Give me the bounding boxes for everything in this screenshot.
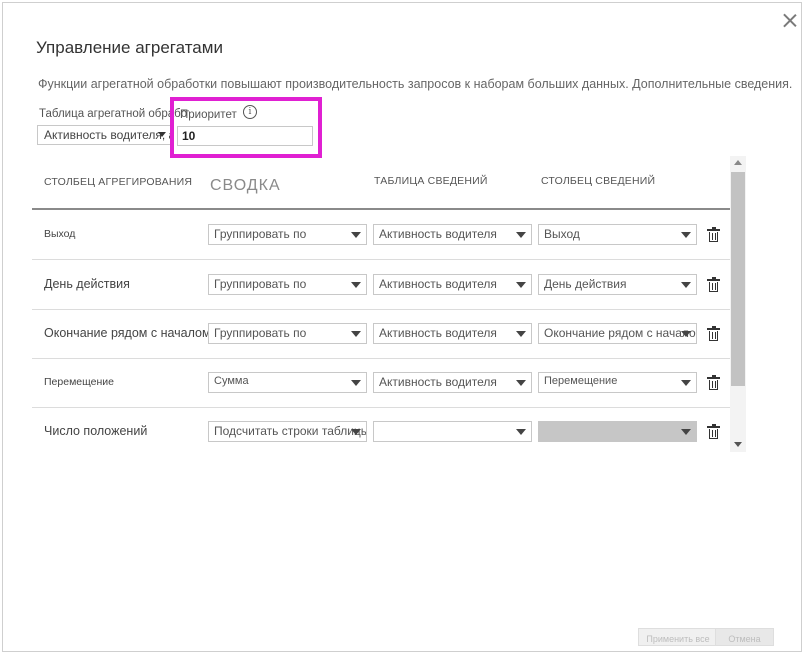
scrollbar-thumb[interactable] xyxy=(731,172,745,386)
chevron-down-icon xyxy=(351,282,361,288)
detail-column-value: Перемещение xyxy=(544,375,618,387)
header-detail-table: ТАБЛИЦА СВЕДЕНИЙ xyxy=(374,175,488,187)
detail-table-select[interactable]: Активность водителя xyxy=(373,323,532,344)
chevron-down-icon xyxy=(158,132,166,137)
summary-select[interactable]: Группировать по xyxy=(208,274,367,295)
chevron-down-icon xyxy=(516,232,526,238)
priority-input[interactable] xyxy=(177,126,313,146)
trash-icon[interactable] xyxy=(707,424,720,439)
dialog-title: Управление агрегатами xyxy=(36,38,223,57)
table-row: День действия Группировать по Активность… xyxy=(32,260,732,310)
info-icon[interactable]: i xyxy=(243,105,257,119)
detail-column-select[interactable] xyxy=(538,421,697,442)
summary-select[interactable]: Подсчитать строки таблицы xyxy=(208,421,367,442)
summary-select[interactable]: Сумма xyxy=(208,372,367,393)
detail-table-value: Активность водителя xyxy=(379,277,497,291)
chevron-down-icon xyxy=(516,429,526,435)
detail-table-value: Активность водителя xyxy=(379,227,497,241)
summary-value: Сумма xyxy=(214,375,249,387)
header-agg-column: СТОЛБЕЦ АГРЕГИРОВАНИЯ xyxy=(44,176,193,188)
detail-column-value: Окончание рядом с началом xyxy=(544,326,697,340)
trash-icon[interactable] xyxy=(707,326,720,341)
chevron-down-icon xyxy=(516,380,526,386)
row-agg-column-name: Перемещение xyxy=(44,376,114,388)
priority-label: Приоритет xyxy=(180,109,237,121)
table-row: Число положений Подсчитать строки таблиц… xyxy=(32,407,732,452)
grid-scrollbar[interactable] xyxy=(730,156,746,452)
detail-column-value: Выход xyxy=(544,227,580,241)
chevron-down-icon xyxy=(681,282,691,288)
summary-value: Подсчитать строки таблицы xyxy=(214,424,367,438)
grid-header-row: СТОЛБЕЦ АГРЕГИРОВАНИЯ СВОДКА ТАБЛИЦА СВЕ… xyxy=(32,156,732,210)
aggregation-table-label: Таблица агрегатной обработки xyxy=(39,108,189,120)
summary-select[interactable]: Группировать по xyxy=(208,224,367,245)
chevron-down-icon xyxy=(351,380,361,386)
cancel-button[interactable]: Отмена xyxy=(715,628,774,646)
detail-column-select[interactable]: День действия xyxy=(538,274,697,295)
aggregation-grid: СТОЛБЕЦ АГРЕГИРОВАНИЯ СВОДКА ТАБЛИЦА СВЕ… xyxy=(32,156,746,452)
detail-table-select[interactable]: Активность водителя xyxy=(373,224,532,245)
detail-table-select[interactable] xyxy=(373,421,532,442)
chevron-down-icon xyxy=(681,232,691,238)
chevron-down-icon xyxy=(516,282,526,288)
header-summary: СВОДКА xyxy=(210,177,281,194)
detail-column-select[interactable]: Перемещение xyxy=(538,372,697,393)
chevron-down-icon xyxy=(681,331,691,337)
chevron-down-icon xyxy=(681,380,691,386)
scroll-down-arrow-icon[interactable] xyxy=(734,442,742,447)
table-row: Перемещение Сумма Активность водителя Пе… xyxy=(32,358,732,408)
apply-all-button[interactable]: Применить все xyxy=(638,628,718,646)
detail-table-select[interactable]: Активность водителя xyxy=(373,274,532,295)
trash-icon[interactable] xyxy=(707,277,720,292)
summary-select[interactable]: Группировать по xyxy=(208,323,367,344)
detail-column-select[interactable]: Окончание рядом с началом xyxy=(538,323,697,344)
header-detail-column: СТОЛБЕЦ СВЕДЕНИЙ xyxy=(541,175,656,187)
summary-value: Группировать по xyxy=(214,227,307,241)
detail-column-select[interactable]: Выход xyxy=(538,224,697,245)
row-agg-column-name: Число положений xyxy=(44,424,148,438)
dialog-description: Функции агрегатной обработки повышают пр… xyxy=(38,77,793,91)
row-agg-column-name: Окончание рядом с началом xyxy=(44,326,211,340)
scroll-up-arrow-icon[interactable] xyxy=(734,160,742,165)
trash-icon[interactable] xyxy=(707,375,720,390)
trash-icon[interactable] xyxy=(707,227,720,242)
row-agg-column-name: Выход xyxy=(44,228,76,240)
detail-table-value: Активность водителя xyxy=(379,375,497,389)
chevron-down-icon xyxy=(351,331,361,337)
summary-value: Группировать по xyxy=(214,277,307,291)
row-agg-column-name: День действия xyxy=(44,277,130,291)
summary-value: Группировать по xyxy=(214,326,307,340)
chevron-down-icon xyxy=(681,429,691,435)
chevron-down-icon xyxy=(351,232,361,238)
table-row: Окончание рядом с началом Группировать п… xyxy=(32,309,732,359)
chevron-down-icon xyxy=(351,429,361,435)
aggregation-table-select[interactable]: Активность водителя, агр xyxy=(37,125,173,145)
close-icon[interactable] xyxy=(780,11,800,31)
aggregation-table-value: Активность водителя, агр xyxy=(44,128,173,142)
table-row: Выход Группировать по Активность водител… xyxy=(32,210,732,260)
detail-table-select[interactable]: Активность водителя xyxy=(373,372,532,393)
chevron-down-icon xyxy=(516,331,526,337)
detail-column-value: День действия xyxy=(544,277,627,291)
detail-table-value: Активность водителя xyxy=(379,326,497,340)
